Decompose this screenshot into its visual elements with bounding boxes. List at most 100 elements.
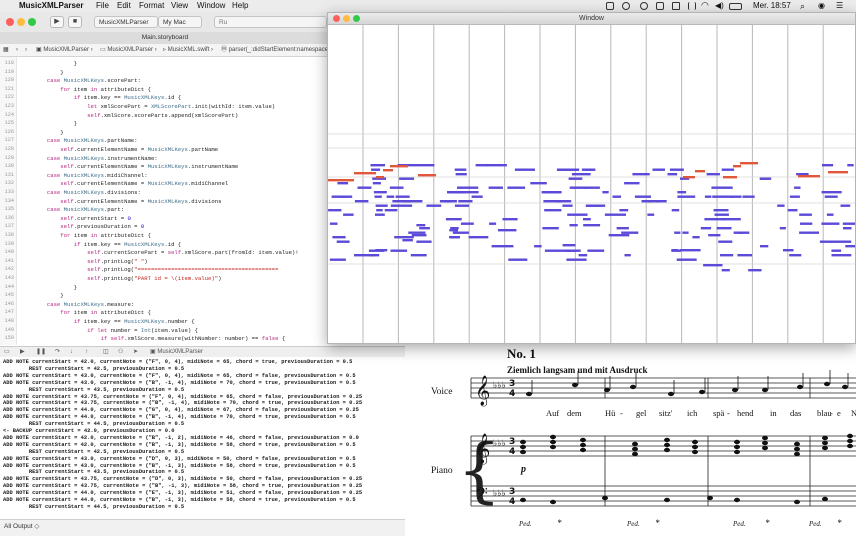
menu-window[interactable]: Window [197,0,225,12]
console-line: ADD NOTE currentStart = 43.0, currentNot… [3,379,356,386]
menu-file[interactable]: File [96,0,109,12]
line-number: 150 [4,335,14,342]
status-icon[interactable] [656,2,664,10]
note-bar [337,182,349,185]
code-line: self.printLog("=========================… [87,266,279,274]
note-head [762,445,768,451]
note-bar [847,164,854,167]
line-number: 123 [4,103,14,109]
lyric-syllable: - [830,408,833,418]
close-window-button[interactable] [6,18,14,26]
minimize-window-button[interactable] [17,18,25,26]
vocal-note-bar [383,169,393,172]
related-items-icon[interactable]: ▦ [3,44,9,56]
battery-icon[interactable] [729,3,742,10]
piano-roll-window[interactable]: Window [327,12,856,344]
debug-target-label[interactable]: ▣ MusicXMLParser [150,347,203,357]
back-icon[interactable]: ‹ [16,44,18,56]
destination-selector[interactable]: My Mac [158,16,202,28]
note-bar [449,229,458,232]
note-bar [677,195,696,198]
console-line: ADD NOTE currentStart = 43.75, currentNo… [3,483,363,490]
note-bar [395,195,410,198]
output-filter-select[interactable]: All Output ◇ [4,520,39,534]
code-line: self.previousDuration = 0 [60,223,145,231]
lyrics-line: Auf dem Hü - gel sitz' ich spä - hend in das blau-e N… [546,408,856,418]
code-line: } [20,128,64,136]
location-icon[interactable]: ➤ [133,347,138,357]
lyric-syllable: dem [567,408,582,418]
note-head [550,444,556,450]
note-bar [721,269,730,272]
breadcrumb-file[interactable]: ▹ MusicXML.swift › [163,44,213,56]
close-window-button[interactable] [333,15,340,22]
step-out-icon[interactable]: ↑ [85,347,88,357]
siri-icon[interactable]: ◉ [818,0,825,12]
key-signature: ♭♭♭ [493,439,506,449]
minimize-window-button[interactable] [343,15,350,22]
stop-button[interactable]: ■ [68,16,82,28]
bluetooth-icon[interactable] [688,2,696,10]
zoom-window-button[interactable] [353,15,360,22]
note-bar [454,168,467,171]
note-bar [713,209,729,212]
wifi-icon[interactable]: ◠ [701,0,709,11]
menu-format[interactable]: Format [139,0,164,12]
status-icon[interactable] [622,2,630,10]
console-output[interactable]: ADD NOTE currentStart = 42.0, currentNot… [0,357,405,519]
volume-icon[interactable]: ◀) [715,0,724,12]
pause-icon[interactable]: ❚❚ [36,347,46,357]
console-line: REST currentStart = 42.5, previousDurati… [3,448,185,455]
note-bar [722,218,741,221]
note-head [520,444,526,450]
breadcrumb-group[interactable]: ▭ MusicXMLParser › [100,44,157,56]
notification-center-icon[interactable]: ☰ [836,0,843,12]
console-line: REST currentStart = 44.5, previousDurati… [3,421,185,428]
note-head [632,446,638,452]
memory-graph-icon[interactable]: ⚇ [118,347,123,357]
code-line: self.currentStart = 0 [60,214,131,222]
staves: {𝄞𝄞𝄢♭♭♭ 34♭♭♭ 34♭♭♭ 34 [457,370,856,511]
note-bar [616,227,629,230]
forward-icon[interactable]: › [25,44,27,56]
line-number: 137 [4,223,14,230]
line-number: 138 [4,232,14,238]
console-line: ADD NOTE currentStart = 42.0, currentNot… [3,359,353,365]
score-view: No. 1 Ziemlich langsam und mit Ausdruck … [405,342,856,535]
breadcrumb-project[interactable]: ▣ MusicXMLParser › [36,44,93,56]
clock[interactable]: Mer. 18:57 [753,0,791,12]
run-button[interactable]: ▶ [50,16,64,28]
scheme-selector[interactable]: MusicXMLParser [94,16,158,28]
status-icon[interactable] [606,2,614,10]
note-bar [655,200,667,203]
note-bar [608,234,630,237]
zoom-window-button[interactable] [28,18,36,26]
breadcrumb-method[interactable]: Ⓜ parser(_:didStartElement:namespace [221,44,328,56]
menu-edit[interactable]: Edit [117,0,131,12]
view-debugger-icon[interactable]: ◫ [103,347,109,357]
note-head [604,387,610,393]
vocal-note-bar [328,179,354,182]
step-over-icon[interactable]: ↷ [55,347,60,357]
breakpoints-icon[interactable]: ▶ [20,347,25,357]
menu-help[interactable]: Help [232,0,248,12]
note-bar [822,164,834,167]
vocal-note-bar [723,176,737,179]
source-editor[interactable]: 118 119 120 121 122 123 124 125 126 127 128 129 130 1… [0,57,330,345]
app-menu[interactable]: MusicXMLParser [19,0,83,12]
note-bar [544,209,562,212]
note-head [520,497,526,503]
code-line: } [20,283,78,291]
note-bar [586,204,602,207]
note-bar [760,245,769,248]
step-in-icon[interactable]: ↓ [70,347,73,357]
spotlight-icon[interactable]: ⌕ [800,0,805,12]
note-bar [514,168,535,171]
pedal-mark: Ped. [808,520,822,528]
hide-debug-area-icon[interactable]: ▭ [4,347,10,357]
menu-view[interactable]: View [171,0,188,12]
display-icon[interactable] [672,2,680,10]
treble-clef: 𝄞 [475,375,490,407]
clock-icon[interactable] [640,2,648,10]
line-number: 136 [4,214,14,221]
